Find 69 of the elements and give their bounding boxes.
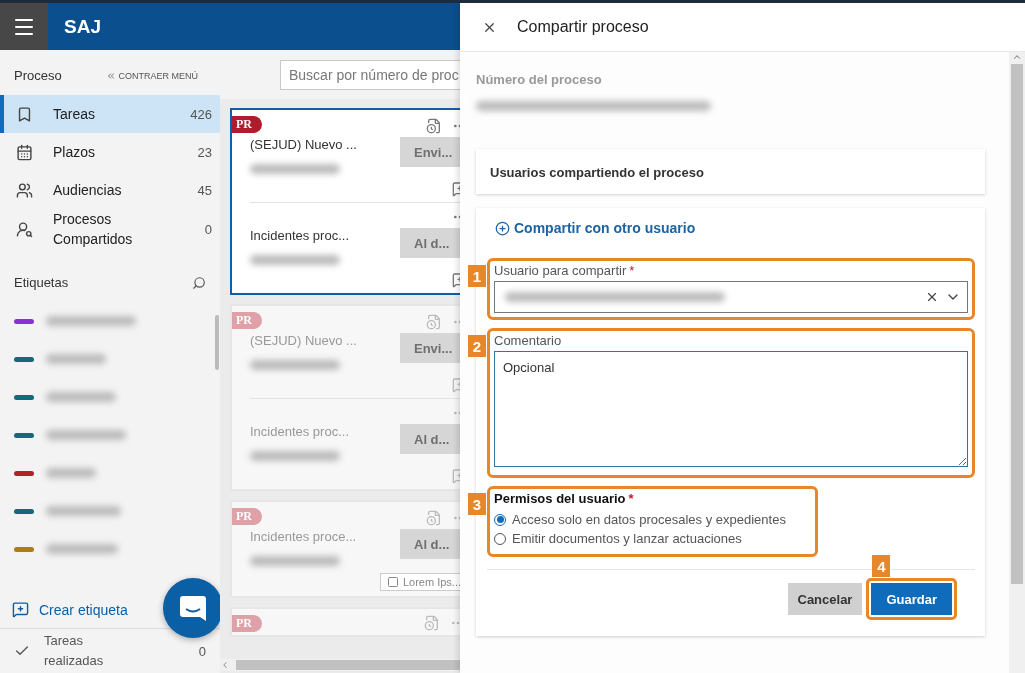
process-card[interactable]: PR Incidentes proce... Al d... Lorem Ips... <box>230 500 460 598</box>
comment-field[interactable]: Opcional <box>494 351 968 467</box>
scrollbar-thumb[interactable] <box>215 315 219 370</box>
process-card[interactable]: PR (SEJUD) Nuevo ... Envi... Incidentes proc... Al d... <box>230 304 460 491</box>
process-card[interactable]: PR (SEJUD) Nuevo ... Envi... Incidentes proc... Al d... <box>230 108 460 295</box>
action-button[interactable]: Al d... <box>400 228 460 258</box>
section-title: Proceso <box>14 68 62 83</box>
process-title: (SEJUD) Nuevo ... <box>250 333 358 348</box>
redacted-text <box>46 544 118 554</box>
tags-title: Etiquetas <box>14 275 69 290</box>
nav-item[interactable]: Plazos 23 <box>0 133 220 171</box>
double-chevron-left-icon <box>106 70 117 81</box>
label-chip[interactable]: Lorem Ips... <box>379 573 460 591</box>
field-label: Permisos del usuario * <box>494 491 635 506</box>
chat-button[interactable] <box>163 578 223 638</box>
annotation-number: 1 <box>468 265 486 287</box>
collapse-menu-link[interactable]: CONTRAER MENÚ <box>106 70 198 81</box>
action-button[interactable]: Envi... <box>400 137 460 167</box>
user-select-field[interactable] <box>494 281 968 313</box>
user-share-icon <box>16 220 33 238</box>
clear-icon[interactable] <box>925 290 939 304</box>
panel-title: Usuarios compartiendo el proceso <box>489 164 705 182</box>
scrollbar-thumb[interactable] <box>236 660 460 670</box>
scroll-left-icon[interactable] <box>220 660 230 670</box>
bookmark-icon <box>16 105 33 123</box>
drawer-title: Compartir proceso <box>517 18 649 36</box>
create-tag-link[interactable]: Crear etiqueta <box>12 601 128 618</box>
search-field[interactable]: Buscar por número de proc <box>280 60 460 90</box>
app-name: SAJ <box>64 15 101 38</box>
action-button[interactable]: Envi... <box>400 333 460 363</box>
share-user-link[interactable]: Compartir con otro usuario <box>495 220 975 236</box>
process-badge: PR <box>232 508 262 525</box>
field-label: Usuario para compartir * <box>494 263 636 278</box>
redacted-text <box>46 392 116 402</box>
process-badge: PR <box>232 615 262 632</box>
process-title: Incidentes proc... <box>250 424 350 439</box>
permission-option[interactable]: Acceso solo en datos procesales y expedientes <box>494 512 811 527</box>
process-title: (SEJUD) Nuevo ... <box>250 137 358 152</box>
calendar-icon <box>16 143 33 161</box>
chat-icon <box>178 593 208 623</box>
action-button[interactable]: Al d... <box>400 424 460 454</box>
annotation-number: 3 <box>468 493 486 515</box>
people-icon <box>16 181 33 199</box>
action-button[interactable]: Al d... <box>400 529 460 559</box>
field-label: Comentario <box>494 333 563 348</box>
save-button[interactable]: Guardar <box>871 583 952 615</box>
tag-icon <box>386 576 399 588</box>
annotation-number: 4 <box>872 555 891 577</box>
cancel-button[interactable]: Cancelar <box>787 583 863 615</box>
process-badge: PR <box>232 312 262 329</box>
add-tag-icon <box>12 601 29 618</box>
scroll-up-icon[interactable] <box>1012 52 1022 62</box>
process-title: Incidentes proce... <box>250 529 358 544</box>
redacted-text <box>46 468 96 478</box>
annotation-number: 2 <box>468 335 486 357</box>
process-badge: PR <box>232 116 262 133</box>
document-clock-icon[interactable] <box>426 118 442 134</box>
plus-circle-icon <box>495 220 510 236</box>
scrollbar-thumb[interactable] <box>1011 64 1023 584</box>
nav-item[interactable]: Audiencias 45 <box>0 171 220 209</box>
nav-item[interactable]: Tareas 426 <box>0 95 220 133</box>
nav-item[interactable]: Procesos Compartidos 0 <box>0 209 220 249</box>
nav-item[interactable]: Tareas realizadas 0 <box>0 629 220 673</box>
menu-button[interactable] <box>0 3 48 50</box>
permission-option[interactable]: Emitir documentos y lanzar actuaciones <box>494 531 811 546</box>
process-title: Incidentes proc... <box>250 228 350 243</box>
search-icon[interactable] <box>192 275 206 290</box>
redacted-text <box>46 354 106 364</box>
process-number-label: Número del proceso <box>476 72 603 87</box>
